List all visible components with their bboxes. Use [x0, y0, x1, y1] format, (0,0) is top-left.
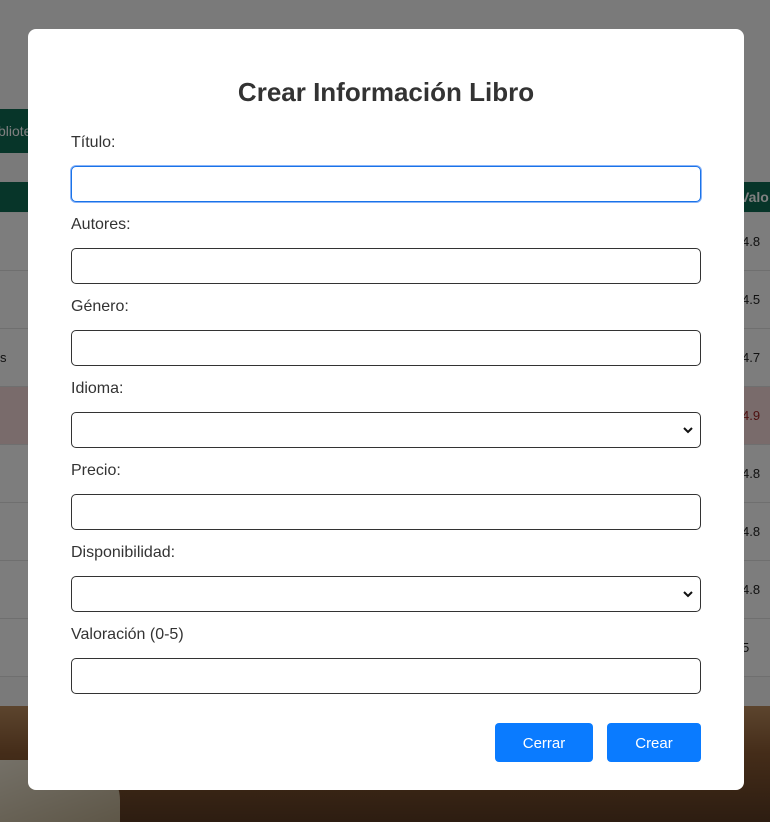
- chevron-down-icon: [683, 591, 693, 598]
- modal-title: Crear Información Libro: [237, 77, 535, 107]
- titulo-input[interactable]: [71, 166, 701, 202]
- valoracion-input[interactable]: [71, 658, 701, 694]
- autores-label: Autores:: [71, 216, 131, 233]
- autores-input[interactable]: [71, 248, 701, 284]
- genero-input[interactable]: [71, 330, 701, 366]
- genero-label: Género:: [71, 298, 129, 315]
- create-button[interactable]: Crear: [607, 723, 701, 762]
- create-book-modal: Crear Información Libro Título: Autores:…: [28, 29, 744, 790]
- chevron-down-icon: [683, 427, 693, 434]
- titulo-label: Título:: [71, 134, 116, 151]
- precio-input[interactable]: [71, 494, 701, 530]
- disponibilidad-label: Disponibilidad:: [71, 544, 176, 561]
- idioma-label: Idioma:: [71, 380, 124, 397]
- idioma-select[interactable]: [71, 412, 701, 448]
- disponibilidad-select[interactable]: [71, 576, 701, 612]
- valoracion-label: Valoración (0-5): [71, 626, 184, 643]
- close-button[interactable]: Cerrar: [495, 723, 593, 762]
- precio-label: Precio:: [71, 462, 121, 479]
